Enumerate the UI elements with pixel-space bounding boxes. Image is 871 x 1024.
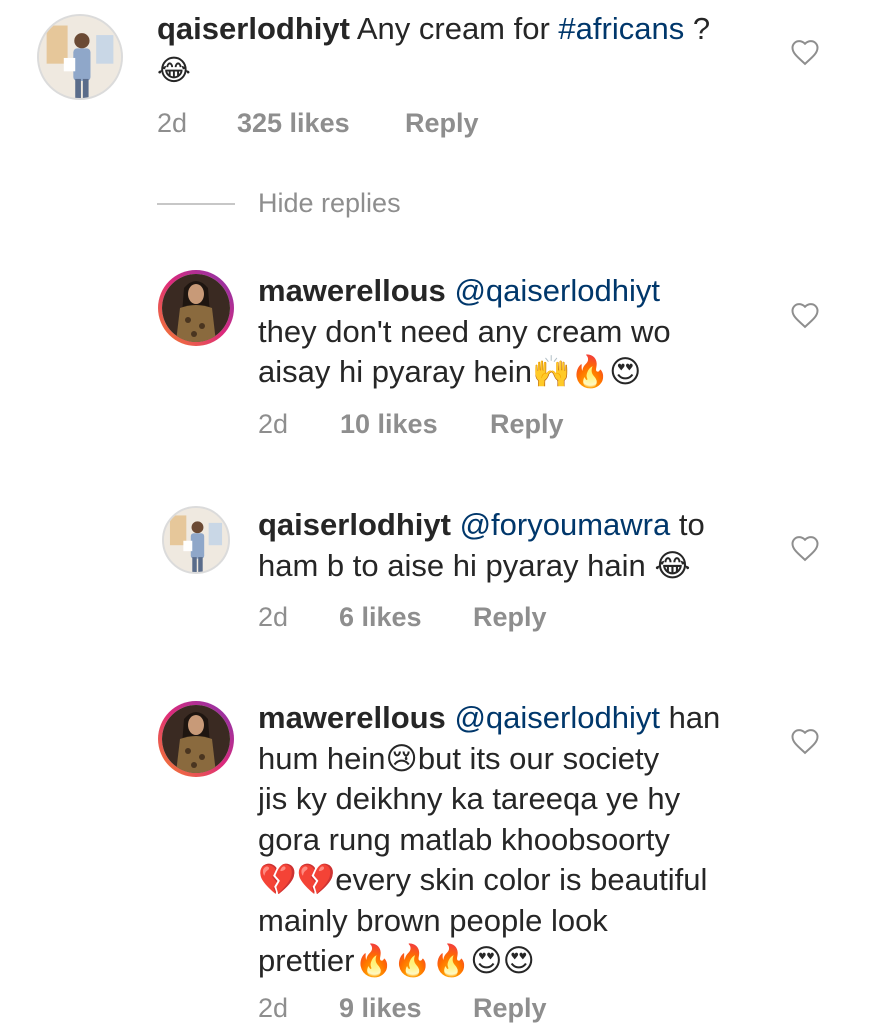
comment-text-suffix: ?: [684, 11, 711, 46]
comment-text: Any cream for: [356, 11, 550, 46]
mention-link[interactable]: @foryoumawra: [460, 507, 671, 542]
comment-text-line: ham b to aise hi pyaray hain 😂: [258, 547, 691, 583]
comment-text-line: mainly brown people look: [258, 902, 608, 938]
comment-text-suffix: to: [670, 507, 705, 542]
avatar-photo: [164, 508, 228, 572]
reply-button[interactable]: Reply: [490, 409, 564, 440]
hashtag-link[interactable]: #africans: [558, 11, 684, 46]
comment-username[interactable]: mawerellous: [258, 700, 446, 735]
avatar[interactable]: [158, 701, 234, 777]
like-heart-icon[interactable]: [790, 301, 820, 329]
likes-count[interactable]: 10 likes: [340, 409, 438, 440]
like-heart-icon[interactable]: [790, 38, 820, 66]
avatar-photo: [162, 274, 230, 342]
avatar[interactable]: [162, 506, 230, 574]
comment-text-suffix: han: [659, 700, 721, 735]
comment-time: 2d: [258, 993, 289, 1023]
like-heart-icon[interactable]: [790, 727, 820, 755]
reply-button[interactable]: Reply: [473, 993, 547, 1024]
likes-count[interactable]: 9 likes: [339, 993, 422, 1024]
comment-text-line: jis ky deikhny ka tareeqa ye hy: [258, 781, 681, 816]
comment-username[interactable]: qaiserlodhiyt: [157, 11, 350, 46]
comment-text-line: aisay hi pyaray hein🙌🔥😍: [258, 354, 642, 389]
mention-link[interactable]: @qaiserlodhiyt: [454, 700, 660, 735]
comment-time: 2d: [258, 602, 289, 632]
hide-replies-button[interactable]: Hide replies: [258, 188, 401, 219]
comment-time: 2d: [258, 409, 289, 439]
mention-link[interactable]: @qaiserlodhiyt: [454, 273, 660, 308]
comment-text-line: they don't need any cream wo: [258, 313, 671, 349]
likes-count[interactable]: 325 likes: [237, 108, 350, 139]
comment-emoji: 😂: [157, 52, 191, 87]
comment-time: 2d: [157, 108, 188, 138]
reply-button[interactable]: Reply: [473, 602, 547, 633]
reply-button[interactable]: Reply: [405, 108, 479, 139]
replies-divider: [157, 203, 235, 205]
avatar[interactable]: [37, 14, 123, 100]
likes-count[interactable]: 6 likes: [339, 602, 422, 633]
comment-text-line: 💔💔every skin color is beautiful: [258, 862, 708, 897]
avatar[interactable]: [158, 270, 234, 346]
comment-text-line: hum hein😢but its our society: [258, 740, 660, 776]
comment-text-line: prettier🔥🔥🔥😍😍: [258, 943, 535, 978]
avatar-photo: [39, 16, 121, 98]
comment-username[interactable]: qaiserlodhiyt: [258, 507, 451, 542]
like-heart-icon[interactable]: [790, 534, 820, 562]
comment-text-line: gora rung matlab khoobsoorty: [258, 821, 670, 857]
avatar-photo: [162, 705, 230, 773]
comment-username[interactable]: mawerellous: [258, 273, 446, 308]
